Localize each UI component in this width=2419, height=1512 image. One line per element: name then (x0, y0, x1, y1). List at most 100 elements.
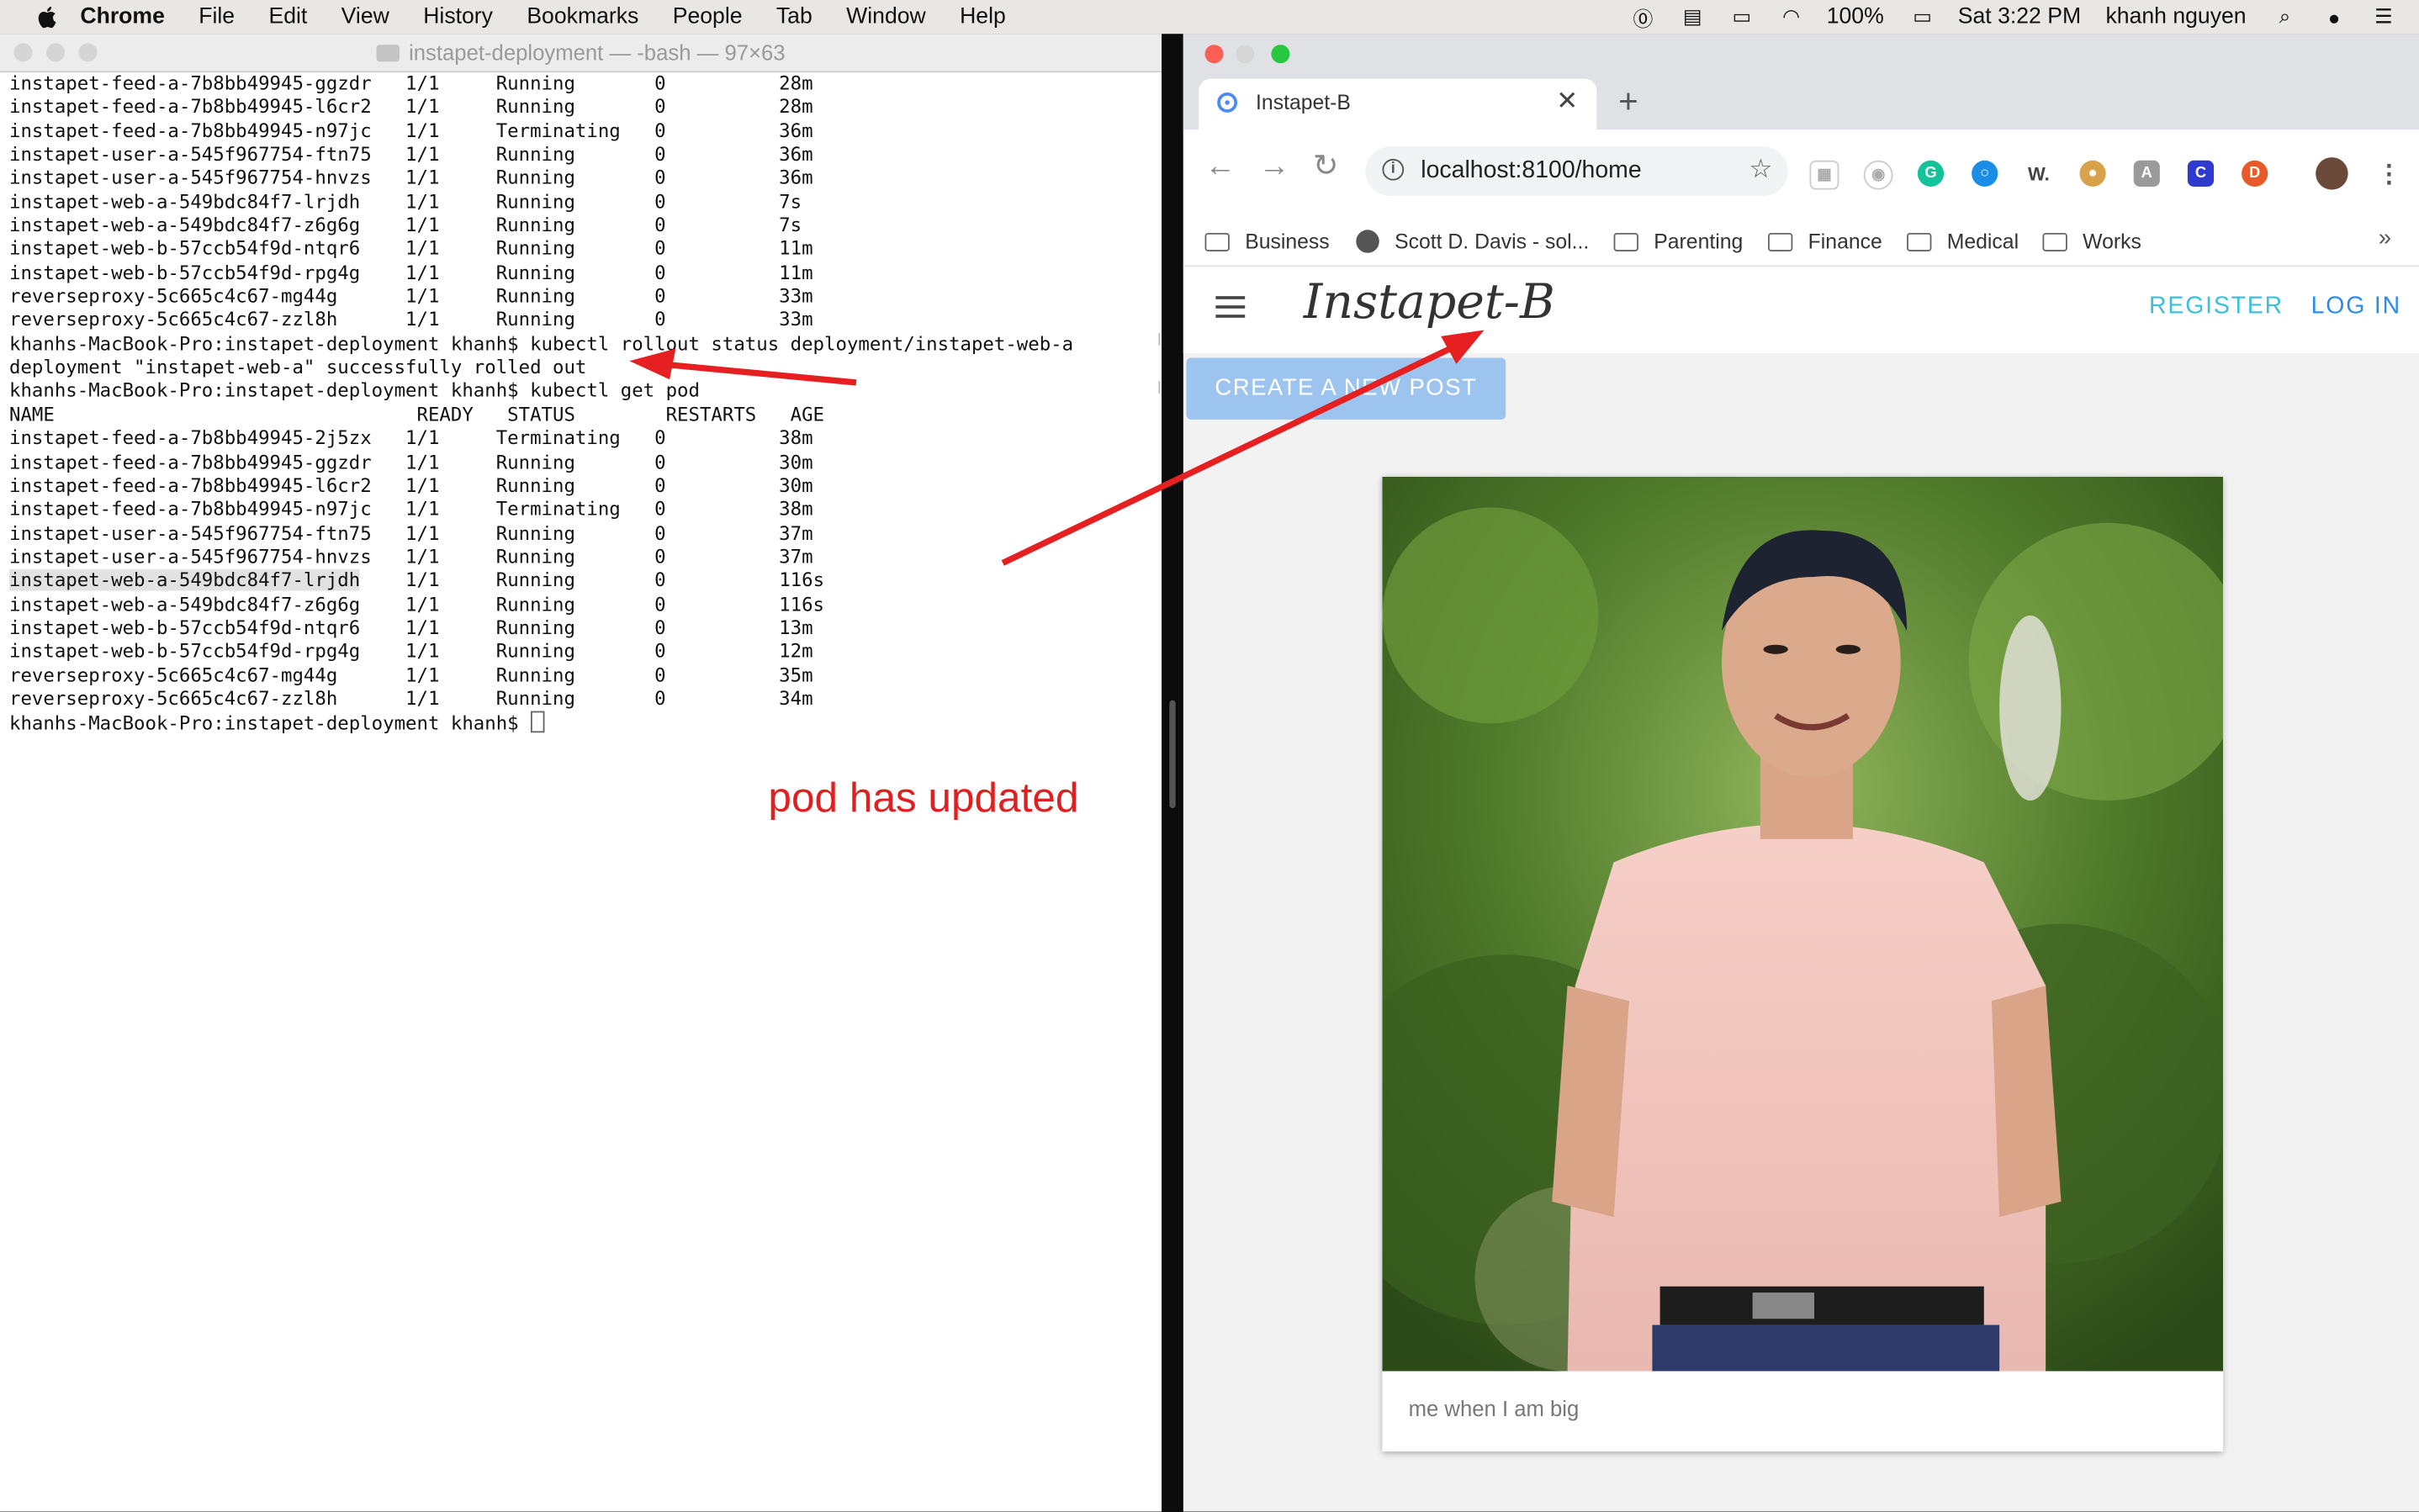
tab-instapet[interactable]: Instapet-B ✕ (1199, 78, 1597, 130)
post-photo (1382, 476, 2224, 1372)
wikipedia-icon[interactable]: W. (2025, 161, 2051, 187)
terminal-mark (1152, 333, 1161, 346)
app-header: Instapet-B REGISTER LOG IN (1183, 267, 2419, 354)
menu-bookmarks[interactable]: Bookmarks (527, 5, 638, 29)
reload-icon[interactable]: ↻ (1313, 151, 1339, 182)
bookmark-finance[interactable]: Finance (1767, 230, 1882, 253)
tab-favicon-icon (1217, 93, 1238, 113)
user-name[interactable]: khanh nguyen (2105, 5, 2246, 29)
post-caption: me when I am big (1408, 1395, 1580, 1421)
siri-icon[interactable]: ● (2321, 5, 2348, 29)
terminal-prompt-line: khanhs-MacBook-Pro:instapet-deployment k… (9, 711, 1073, 735)
bookmark-label: Finance (1808, 230, 1882, 253)
folder-icon (1204, 232, 1230, 251)
app-brand: Instapet-B (1303, 274, 1555, 330)
extension-grid-icon[interactable]: ▦ (1809, 160, 1839, 190)
terminal-line: instapet-user-a-545f967754-ftn75 1/1 Run… (9, 143, 813, 166)
terminal-line: instapet-web-b-57ccb54f9d-rpg4g 1/1 Runn… (9, 262, 813, 284)
terminal-line: reverseproxy-5c665c4c67-mg44g 1/1 Runnin… (9, 285, 813, 308)
terminal-line: khanhs-MacBook-Pro:instapet-deployment k… (9, 380, 700, 402)
terminal-title: instapet-deployment — -bash — 97×63 (0, 40, 1162, 65)
terminal-line: instapet-web-b-57ccb54f9d-ntqr6 1/1 Runn… (9, 616, 813, 639)
browser-minimize-button[interactable] (1236, 45, 1255, 64)
menu-tab[interactable]: Tab (776, 5, 813, 29)
menu-view[interactable]: View (341, 5, 389, 29)
browser-close-button[interactable] (1204, 45, 1224, 64)
docker-icon[interactable]: ▤ (1679, 5, 1707, 29)
folder-icon (376, 45, 400, 62)
apple-icon[interactable] (34, 3, 61, 31)
terminal-line: instapet-feed-a-7b8bb49945-n97jc 1/1 Ter… (9, 498, 813, 521)
hamburger-menu-icon[interactable] (1215, 296, 1246, 318)
bookmarks-overflow-icon[interactable]: » (2379, 225, 2391, 251)
terminal-prompt: khanhs-MacBook-Pro:instapet-deployment k… (9, 712, 531, 735)
wifi-icon[interactable]: ◠ (1777, 5, 1805, 29)
back-icon[interactable]: ← (1205, 151, 1236, 182)
split-view-divider[interactable] (1162, 34, 1183, 1512)
browser-zoom-button[interactable] (1271, 45, 1290, 64)
bookmark-label: Scott D. Davis - sol... (1395, 230, 1590, 253)
folder-icon (1907, 232, 1932, 251)
menu-app-name[interactable]: Chrome (80, 5, 165, 29)
create-post-button[interactable]: CREATE A NEW POST (1186, 357, 1506, 420)
menu-edit[interactable]: Edit (268, 5, 307, 29)
tab-strip: Instapet-B ✕ + (1183, 34, 2419, 130)
terminal-line: instapet-feed-a-7b8bb49945-ggzdr 1/1 Run… (9, 72, 813, 94)
terminal-line: instapet-feed-a-7b8bb49945-n97jc 1/1 Ter… (9, 119, 813, 142)
spotlight-icon[interactable]: ⌕ (2271, 5, 2299, 29)
clock[interactable]: Sat 3:22 PM (1958, 5, 2081, 29)
terminal-mark (1152, 381, 1161, 394)
new-tab-icon[interactable]: + (1618, 84, 1638, 119)
terminal-line: instapet-web-a-549bdc84f7-z6g6g 1/1 Runn… (9, 593, 825, 616)
terminal-window: instapet-deployment — -bash — 97×63 inst… (0, 34, 1162, 1512)
profile-avatar[interactable] (2316, 157, 2348, 190)
register-link[interactable]: REGISTER (2149, 293, 2284, 320)
extension-kanji-icon[interactable]: A (2133, 160, 2160, 187)
terminal-cursor (530, 711, 544, 733)
bookmark-works[interactable]: Works (2042, 230, 2141, 253)
terminal-line: deployment "instapet-web-a" successfully… (9, 356, 587, 378)
bookmarks-bar: Business Scott D. Davis - sol... Parenti… (1183, 209, 2419, 265)
bookmark-label: Works (2083, 230, 2141, 253)
menu-dots-icon[interactable]: ⋮ (2376, 161, 2402, 188)
menu-window[interactable]: Window (846, 5, 926, 29)
tab-close-icon[interactable]: ✕ (1556, 87, 1578, 118)
terminal-line: instapet-user-a-545f967754-hnvzs 1/1 Run… (9, 167, 813, 189)
divider-handle[interactable] (1169, 700, 1176, 809)
bookmark-parenting[interactable]: Parenting (1613, 230, 1743, 253)
extension-c-icon[interactable]: C (2187, 160, 2215, 187)
terminal-line: instapet-feed-a-7b8bb49945-ggzdr 1/1 Run… (9, 451, 813, 473)
terminal-output[interactable]: instapet-feed-a-7b8bb49945-ggzdr 1/1 Run… (9, 72, 1073, 735)
terminal-line: instapet-web-b-57ccb54f9d-rpg4g 1/1 Runn… (9, 640, 813, 663)
address-bar[interactable]: i localhost:8100/home ☆ (1365, 146, 1788, 196)
terminal-line: instapet-web-a-549bdc84f7-lrjdh 1/1 Runn… (9, 569, 1073, 593)
notification-center-icon[interactable]: ☰ (2369, 5, 2397, 29)
bookmark-medical[interactable]: Medical (1907, 230, 2019, 253)
menu-people[interactable]: People (673, 5, 743, 29)
battery-icon[interactable]: ▭ (1908, 5, 1936, 29)
grammarly-icon[interactable]: G (1917, 160, 1945, 187)
menu-file[interactable]: File (198, 5, 235, 29)
forward-icon[interactable]: → (1259, 151, 1290, 182)
menu-help[interactable]: Help (960, 5, 1006, 29)
cookie-icon[interactable]: ● (2079, 160, 2106, 187)
bookmark-star-icon[interactable]: ☆ (1749, 154, 1773, 185)
person-photo-image (1382, 476, 2224, 1372)
bookmark-scott-davis[interactable]: Scott D. Davis - sol... (1356, 230, 1589, 253)
1password-icon[interactable]: ⓪ (1629, 5, 1657, 30)
airplay-icon[interactable]: ▭ (1728, 5, 1755, 29)
login-link[interactable]: LOG IN (2311, 293, 2401, 320)
post-card: me when I am big (1382, 476, 2224, 1451)
menu-history[interactable]: History (423, 5, 493, 29)
extension-face-icon[interactable]: ◉ (1863, 160, 1893, 190)
bookmark-label: Business (1245, 230, 1330, 253)
terminal-line: reverseproxy-5c665c4c67-mg44g 1/1 Runnin… (9, 663, 813, 686)
terminal-line: NAME READY STATUS RESTARTS AGE (9, 404, 825, 426)
bookmark-business[interactable]: Business (1204, 230, 1330, 253)
url-text[interactable]: localhost:8100/home (1421, 157, 1641, 185)
duckduckgo-icon[interactable]: D (2242, 160, 2268, 187)
terminal-line-rest: 1/1 Running 0 116s (360, 569, 825, 591)
info-icon[interactable]: i (1382, 158, 1405, 181)
extension-ring-icon[interactable]: ○ (1972, 160, 1998, 187)
terminal-line: instapet-web-a-549bdc84f7-lrjdh 1/1 Runn… (9, 190, 802, 213)
